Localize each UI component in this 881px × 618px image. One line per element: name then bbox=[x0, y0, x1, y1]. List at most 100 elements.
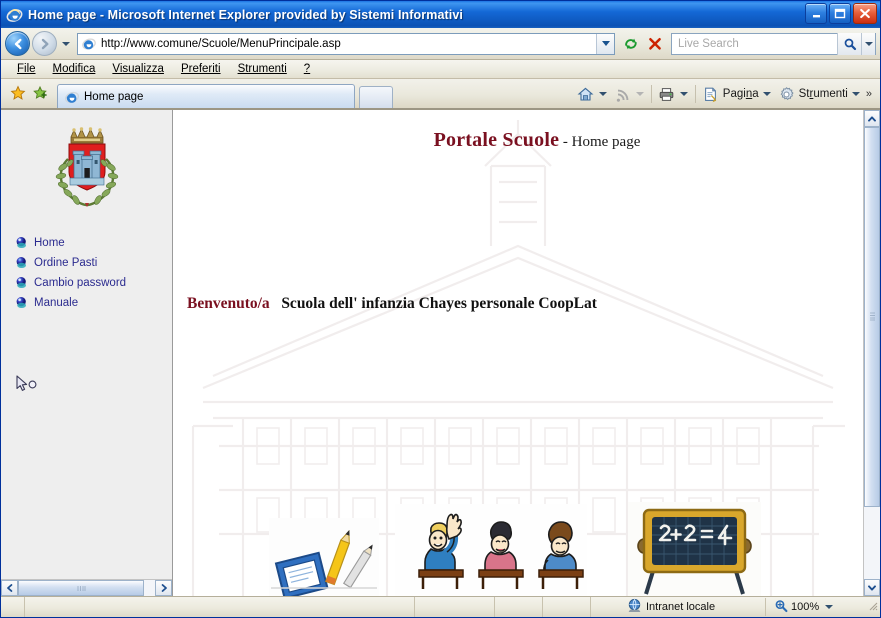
printer-icon bbox=[656, 83, 678, 105]
internet-zone-icon bbox=[627, 598, 642, 616]
scroll-up-button[interactable] bbox=[864, 110, 880, 127]
chevron-down-icon bbox=[864, 41, 873, 46]
chevron-down-icon bbox=[680, 92, 689, 96]
sidebar-item-cambio-password[interactable]: Cambio password bbox=[15, 273, 172, 293]
print-button[interactable] bbox=[655, 83, 692, 105]
title-bar: Home page - Microsoft Internet Explorer … bbox=[1, 1, 880, 28]
sidebar-horizontal-scrollbar[interactable] bbox=[1, 579, 172, 596]
refresh-button[interactable] bbox=[620, 33, 642, 55]
page-dropdown-button[interactable] bbox=[761, 83, 774, 105]
command-overflow-button[interactable]: » bbox=[864, 88, 874, 100]
new-tab-button[interactable] bbox=[359, 86, 393, 108]
sidebar-item-ordine-pasti-label: Ordine Pasti bbox=[34, 257, 98, 269]
menu-item-visualizza[interactable]: Visualizza bbox=[104, 62, 173, 76]
add-favorite-icon[interactable] bbox=[29, 82, 51, 104]
maximize-button[interactable] bbox=[829, 3, 851, 24]
feeds-button[interactable] bbox=[611, 83, 648, 105]
security-zone-indicator[interactable]: Intranet locale bbox=[591, 598, 766, 616]
page-content: Home Ordine Pasti Cambio password Manual… bbox=[1, 109, 880, 596]
search-button[interactable] bbox=[837, 32, 861, 55]
search-provider-dropdown[interactable] bbox=[861, 32, 875, 55]
menu-bar: File Modifica Visualizza Preferiti Strum… bbox=[1, 60, 880, 79]
menu-item-strumenti[interactable]: Strumenti bbox=[230, 62, 296, 76]
page-icon bbox=[81, 36, 97, 52]
home-button[interactable] bbox=[574, 83, 611, 105]
home-dropdown-button[interactable] bbox=[597, 83, 610, 105]
welcome-message: Benvenuto/a Scuola dell' infanzia Chayes… bbox=[187, 295, 597, 313]
sidebar: Home Ordine Pasti Cambio password Manual… bbox=[1, 110, 172, 579]
bullet-sphere-icon bbox=[15, 236, 29, 250]
history-dropdown-button[interactable] bbox=[59, 33, 72, 55]
refresh-icon bbox=[625, 38, 637, 49]
address-bar[interactable]: http://www.comune/Scuole/MenuPrincipale.… bbox=[77, 32, 615, 55]
sidebar-item-ordine-pasti[interactable]: Ordine Pasti bbox=[15, 253, 172, 273]
menu-item-modifica[interactable]: Modifica bbox=[45, 62, 105, 76]
address-dropdown-button[interactable] bbox=[596, 33, 614, 54]
status-message bbox=[25, 597, 415, 617]
minimize-button[interactable] bbox=[805, 3, 827, 24]
zoom-control[interactable]: 100% bbox=[766, 596, 866, 618]
address-input[interactable]: http://www.comune/Scuole/MenuPrincipale.… bbox=[101, 38, 596, 50]
page-scroll-thumb[interactable] bbox=[864, 127, 880, 507]
navigation-bar: http://www.comune/Scuole/MenuPrincipale.… bbox=[1, 28, 880, 60]
sidebar-item-home-label: Home bbox=[34, 237, 65, 249]
print-dropdown-button[interactable] bbox=[678, 83, 691, 105]
chevron-down-icon bbox=[763, 92, 772, 96]
page-menu-label: Pagina bbox=[722, 88, 759, 100]
tab-bar: Home page Pagina Strumenti » bbox=[1, 79, 880, 109]
status-grip-cell bbox=[1, 597, 25, 617]
sidebar-frame: Home Ordine Pasti Cambio password Manual… bbox=[1, 110, 173, 596]
chevron-left-icon bbox=[6, 584, 12, 592]
menu-item-preferiti[interactable]: Preferiti bbox=[173, 62, 230, 76]
favorites-star-icon[interactable] bbox=[7, 82, 29, 104]
chevron-up-icon bbox=[868, 115, 876, 122]
main-frame: Portale Scuole - Home page Benvenuto/a S… bbox=[173, 110, 863, 596]
sidebar-scroll-track[interactable] bbox=[18, 580, 155, 596]
search-input[interactable]: Live Search bbox=[672, 38, 837, 50]
page-menu-button[interactable]: Pagina bbox=[699, 83, 775, 105]
chevron-down-icon bbox=[824, 605, 833, 609]
search-icon bbox=[844, 38, 856, 50]
feeds-dropdown-button[interactable] bbox=[634, 83, 647, 105]
page-tools-icon bbox=[700, 83, 722, 105]
chevron-down-icon bbox=[868, 584, 876, 591]
sidebar-item-manuale[interactable]: Manuale bbox=[15, 293, 172, 313]
page-header: Portale Scuole - Home page bbox=[173, 129, 863, 152]
municipal-coat-of-arms-icon bbox=[55, 127, 118, 207]
tools-menu-button[interactable]: Strumenti bbox=[775, 83, 864, 105]
page-scroll-track[interactable] bbox=[864, 127, 880, 579]
back-button[interactable] bbox=[5, 31, 30, 56]
command-separator bbox=[650, 85, 652, 103]
stop-button[interactable] bbox=[644, 33, 666, 55]
resize-grip[interactable] bbox=[866, 599, 880, 615]
students-at-desks-image bbox=[395, 504, 587, 596]
chevron-down-icon bbox=[601, 41, 610, 46]
close-button[interactable] bbox=[853, 3, 877, 24]
search-box[interactable]: Live Search bbox=[671, 32, 876, 55]
ie-logo-icon bbox=[64, 89, 80, 105]
scroll-left-button[interactable] bbox=[1, 580, 18, 596]
tab-label: Home page bbox=[84, 90, 144, 103]
grip-icon bbox=[869, 312, 875, 321]
menu-item-strumenti-label: Strumenti bbox=[237, 63, 287, 75]
security-zone-label: Intranet locale bbox=[646, 601, 716, 613]
home-icon bbox=[575, 83, 597, 105]
status-bar: Intranet locale 100% bbox=[1, 596, 880, 617]
sidebar-menu: Home Ordine Pasti Cambio password Manual… bbox=[1, 233, 172, 313]
forward-arrow-icon bbox=[41, 38, 48, 49]
sidebar-scroll-thumb[interactable] bbox=[18, 580, 145, 596]
tools-dropdown-button[interactable] bbox=[850, 83, 863, 105]
chevron-down-icon bbox=[61, 41, 70, 46]
books-and-pencils-image bbox=[269, 518, 379, 596]
welcome-user: Scuola dell' infanzia Chayes personale C… bbox=[281, 295, 597, 312]
scroll-down-button[interactable] bbox=[864, 579, 880, 596]
status-cell-b bbox=[495, 597, 543, 617]
page-vertical-scrollbar[interactable] bbox=[863, 110, 880, 596]
tab-home-page[interactable]: Home page bbox=[57, 84, 355, 108]
scroll-right-button[interactable] bbox=[155, 580, 172, 596]
zoom-dropdown-button[interactable] bbox=[822, 596, 835, 618]
forward-button[interactable] bbox=[32, 31, 57, 56]
menu-item-file[interactable]: File bbox=[9, 62, 45, 76]
menu-item-help[interactable]: ? bbox=[296, 62, 319, 76]
sidebar-item-home[interactable]: Home bbox=[15, 233, 172, 253]
